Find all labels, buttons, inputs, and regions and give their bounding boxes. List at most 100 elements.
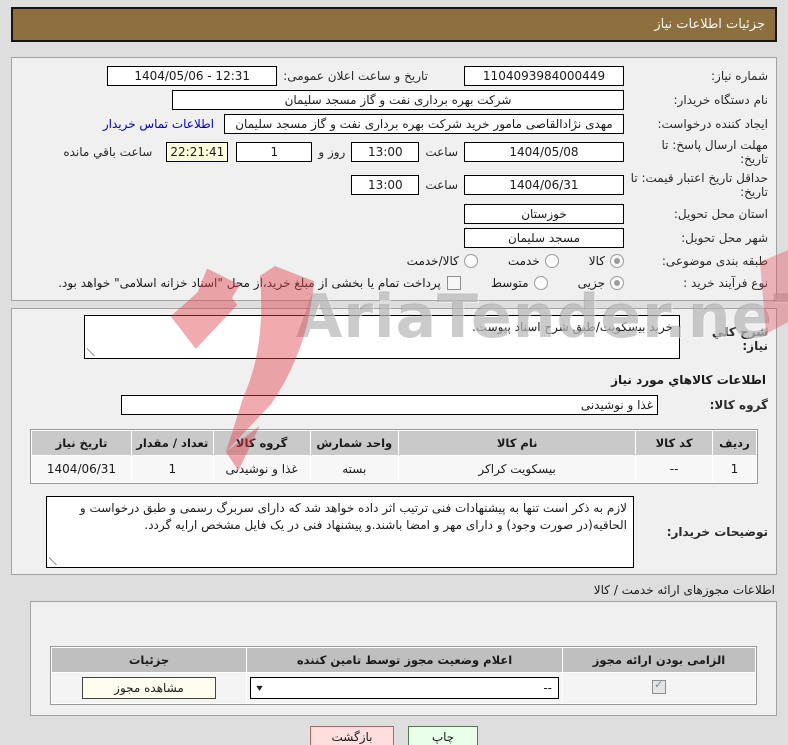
col-row-number: ردیف	[712, 431, 756, 455]
need-description-row: شرح كلي نياز: خرید بیسکویت/طبق شرح اسناد…	[20, 315, 768, 363]
radio-icon[interactable]	[610, 254, 624, 268]
permits-table: الزامی بودن ارائه مجوز اعلام وضعیت مجوز …	[50, 646, 757, 705]
col-permit-details: جزئیات	[52, 648, 246, 672]
general-info-panel: شماره نیاز: 1104093984000449 تاریخ و ساع…	[11, 57, 777, 301]
creator-row: ایجاد کننده درخواست: مهدی نژادالقاصی مام…	[20, 112, 768, 136]
chevron-down-icon: ▾	[256, 682, 263, 694]
cell-row-number: 1	[712, 456, 756, 482]
col-need-date: تاریخ نیاز	[32, 431, 131, 455]
print-button[interactable]: چاپ	[408, 726, 478, 745]
need-number-row: شماره نیاز: 1104093984000449 تاریخ و ساع…	[20, 64, 768, 88]
cell-need-date: 1404/06/31	[32, 456, 131, 482]
announce-datetime-field[interactable]: 1404/05/06 - 12:31	[107, 66, 278, 86]
back-button[interactable]: بازگشت	[310, 726, 394, 745]
radio-icon[interactable]	[463, 254, 478, 268]
goods-section-heading: اطلاعات كالاهاي مورد نياز	[611, 373, 766, 387]
items-table: ردیف کد کالا نام کالا واحد شمارش گروه کا…	[30, 429, 758, 484]
checkbox-icon[interactable]	[446, 276, 461, 290]
days-field[interactable]: 1	[236, 142, 313, 162]
permit-required-checkbox-icon[interactable]	[652, 678, 666, 694]
province-field[interactable]: خوزستان	[464, 204, 624, 224]
classification-option-goods: کالا	[589, 254, 624, 268]
process-option-medium: متوسط	[491, 276, 548, 290]
radio-icon[interactable]	[533, 276, 548, 290]
deadline-date-field[interactable]: 1404/05/08	[464, 142, 624, 162]
option-label: جزیی	[577, 276, 605, 290]
radio-icon[interactable]	[610, 276, 624, 290]
countdown-timer: 22:21:41	[166, 142, 229, 162]
goods-group-value: غذا و نوشیدنی	[580, 398, 653, 412]
price-validity-row: حداقل تاریخ اعتبار قیمت: تا تاریخ: 1404/…	[20, 168, 768, 202]
price-validity-label: حداقل تاریخ اعتبار قیمت: تا تاریخ:	[630, 171, 768, 199]
col-unit: واحد شمارش	[310, 431, 398, 455]
cell-unit: بسته	[310, 456, 398, 482]
col-permit-required: الزامی بودن ارائه مجوز	[563, 648, 755, 672]
city-field[interactable]: مسجد سلیمان	[464, 228, 624, 248]
goods-group-field[interactable]: غذا و نوشیدنی	[121, 395, 658, 415]
permits-table-header-row: الزامی بودن ارائه مجوز اعلام وضعیت مجوز …	[52, 648, 755, 672]
validity-time-field[interactable]: 13:00	[351, 175, 420, 195]
need-number-label: شماره نیاز:	[711, 69, 768, 83]
col-item-name: نام کالا	[398, 431, 636, 455]
footer-actions: چاپ بازگشت	[0, 726, 788, 745]
permits-table-row: -- ▾ مشاهده مجوز	[52, 673, 755, 703]
buyer-notes-label: توضیحات خریدار:	[666, 525, 768, 539]
need-details-page: جزئیات اطلاعات نیاز شماره نیاز: 11040939…	[0, 0, 788, 745]
col-item-code: کد کالا	[636, 431, 712, 455]
deadline-label: مهلت ارسال پاسخ: تا تاریخ:	[661, 138, 768, 166]
validity-hour-label: ساعت	[425, 178, 458, 192]
goods-group-label: گروه کالا:	[709, 398, 768, 412]
permit-status-select[interactable]: -- ▾	[250, 677, 559, 699]
validity-date-field[interactable]: 1404/06/31	[464, 175, 624, 195]
announce-datetime-label: تاریخ و ساعت اعلان عمومی:	[283, 69, 428, 83]
buyer-contact-link[interactable]: اطلاعات تماس خریدار	[103, 117, 214, 131]
option-label: خدمت	[507, 254, 540, 268]
view-permit-button[interactable]: مشاهده مجوز	[82, 677, 216, 699]
permit-status-value: --	[543, 681, 552, 695]
need-description-label: شرح كلي نياز:	[711, 325, 768, 353]
cell-quantity: 1	[132, 456, 213, 482]
buyer-org-field[interactable]: شرکت بهره برداری نفت و گاز مسجد سلیمان	[172, 90, 624, 110]
cell-permit-details: مشاهده مجوز	[52, 673, 246, 703]
items-table-header-row: ردیف کد کالا نام کالا واحد شمارش گروه کا…	[32, 431, 756, 455]
col-group: گروه کالا	[213, 431, 310, 455]
deadline-row: مهلت ارسال پاسخ: تا تاریخ: 1404/05/08 سا…	[20, 136, 768, 168]
permits-panel: الزامی بودن ارائه مجوز اعلام وضعیت مجوز …	[30, 601, 777, 716]
process-type-label: نوع فرآیند خرید :	[683, 276, 768, 290]
buyer-notes-row: توضیحات خریدار: لازم به ذکر است تنها به …	[20, 496, 768, 568]
buyer-notes-textarea[interactable]: لازم به ذکر است تنها به پیشنهادات فنی تر…	[46, 496, 634, 568]
goods-info-panel: شرح كلي نياز: خرید بیسکویت/طبق شرح اسناد…	[11, 308, 777, 575]
need-number-field[interactable]: 1104093984000449	[464, 66, 624, 86]
col-permit-status: اعلام وضعیت مجوز توسط تامین کننده	[247, 648, 562, 672]
classification-row: طبقه بندی موضوعی: کالا خدمت کالا/خدمت	[20, 250, 768, 272]
process-type-row: نوع فرآیند خرید : جزیی متوسط پرداخت تمام…	[20, 272, 768, 294]
classification-option-service: خدمت	[508, 254, 559, 268]
goods-group-row: گروه کالا: غذا و نوشیدنی	[20, 393, 768, 417]
option-label: کالا	[588, 254, 605, 268]
deadline-time-field[interactable]: 13:00	[351, 142, 420, 162]
cell-item-code: --	[636, 456, 712, 482]
province-label: استان محل تحویل:	[673, 207, 768, 221]
classification-label: طبقه بندی موضوعی:	[661, 254, 768, 268]
creator-label: ایجاد کننده درخواست:	[657, 117, 768, 131]
remaining-hours-label: ساعت باقي مانده	[63, 145, 153, 159]
buyer-org-row: نام دستگاه خریدار: شرکت بهره برداری نفت …	[20, 88, 768, 112]
items-table-row: 1 -- بیسکویت کراکر بسته غذا و نوشیدنی 1 …	[32, 456, 756, 482]
creator-field[interactable]: مهدی نژادالقاصی مامور خرید شرکت بهره برد…	[224, 114, 624, 134]
city-row: شهر محل تحویل: مسجد سلیمان	[20, 226, 768, 250]
cell-permit-required	[563, 673, 755, 703]
col-quantity: تعداد / مقدار	[132, 431, 213, 455]
classification-option-goods-service: کالا/خدمت	[407, 254, 478, 268]
day-and-label: روز و	[318, 145, 346, 159]
cell-permit-status: -- ▾	[247, 673, 562, 703]
need-description-textarea[interactable]: خرید بیسکویت/طبق شرح اسناد پیوست.	[84, 315, 680, 359]
cell-group: غذا و نوشیدنی	[213, 456, 310, 482]
deadline-hour-label: ساعت	[425, 145, 458, 159]
province-row: استان محل تحویل: خوزستان	[20, 202, 768, 226]
permits-section-heading: اطلاعات مجوزهای ارائه خدمت / کالا	[593, 583, 775, 597]
cell-item-name: بیسکویت کراکر	[398, 456, 636, 482]
treasury-payment-option: پرداخت تمام یا بخشی از مبلغ خرید،از محل …	[58, 276, 461, 290]
radio-icon[interactable]	[544, 254, 559, 268]
buyer-org-label: نام دستگاه خریدار:	[673, 93, 769, 107]
process-option-minor: جزیی	[578, 276, 624, 290]
